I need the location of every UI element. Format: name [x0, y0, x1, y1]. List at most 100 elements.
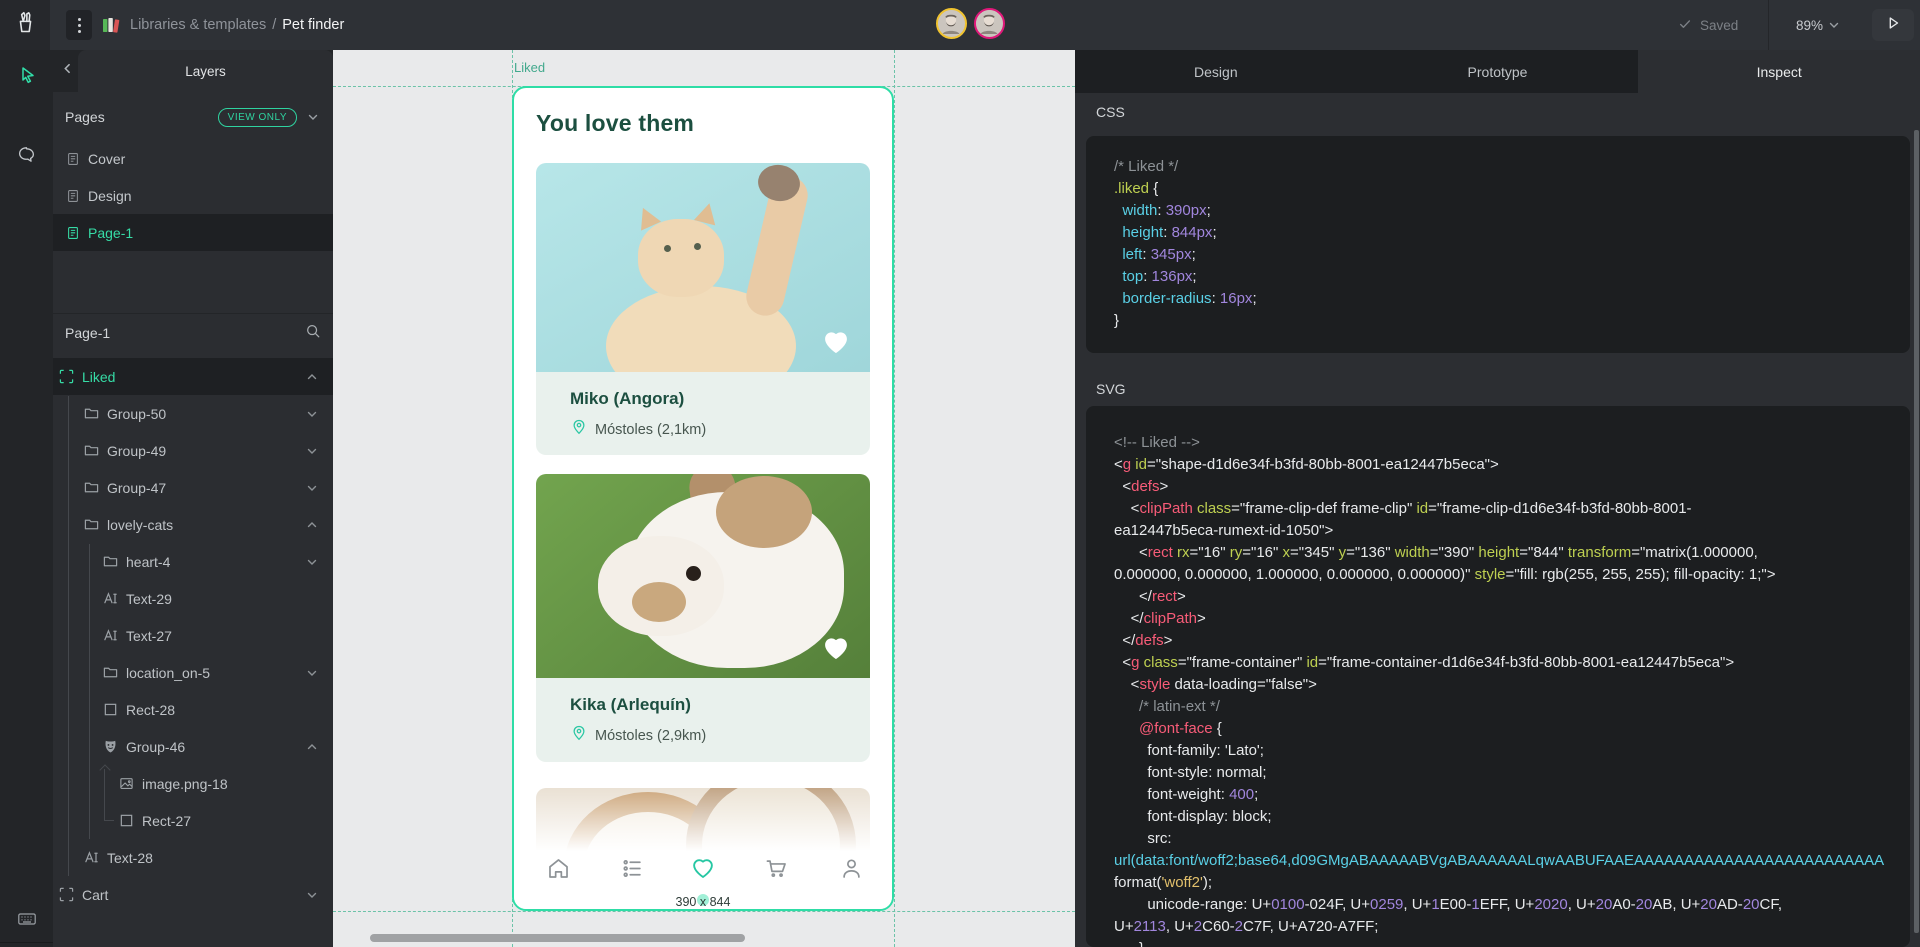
- chevron-down-icon[interactable]: [303, 405, 321, 423]
- layer-label: Group-47: [107, 480, 295, 496]
- layer-label: lovely-cats: [107, 517, 295, 533]
- code-line: /* Liked */: [1114, 156, 1910, 178]
- pet-photo-cat: [536, 163, 870, 372]
- pet-name: Kika (Arlequín): [570, 695, 870, 715]
- location-pin-icon: [570, 418, 588, 441]
- liked-frame[interactable]: You love them Miko (Angora)Móstoles (2,1…: [512, 86, 894, 911]
- layer-row-group-47[interactable]: Group-47: [53, 469, 333, 506]
- nav-home-icon[interactable]: [545, 855, 571, 881]
- css-code-block[interactable]: /* Liked */.liked { width: 390px; height…: [1086, 136, 1910, 353]
- layer-row-text-29[interactable]: Text-29: [53, 580, 333, 617]
- zoom-control[interactable]: 89%: [1796, 0, 1840, 50]
- chevron-down-icon[interactable]: [303, 442, 321, 460]
- layer-label: Liked: [82, 369, 295, 385]
- layer-row-liked[interactable]: Liked: [53, 358, 333, 395]
- layer-row-text-27[interactable]: Text-27: [53, 617, 333, 654]
- layer-row-cart[interactable]: Cart: [53, 876, 333, 913]
- layer-tree: Liked Group-50 Group-49 Group-47 lovely-cats…: [53, 352, 333, 913]
- collapse-pages-button[interactable]: [305, 109, 321, 125]
- code-line: font-family: 'Lato';: [1114, 740, 1910, 762]
- location-pin-icon: [570, 724, 588, 747]
- nav-cart-icon[interactable]: [763, 855, 789, 881]
- chevron-down-icon[interactable]: [303, 479, 321, 497]
- rabbit-photo-shape: [716, 476, 812, 548]
- page-item-design[interactable]: Design: [53, 177, 333, 214]
- card-footer: Miko (Angora)Móstoles (2,1km): [536, 372, 870, 455]
- liked-heart-icon[interactable]: [820, 632, 852, 664]
- tab-prototype[interactable]: Prototype: [1357, 50, 1639, 93]
- layer-row-heart-4[interactable]: heart-4: [53, 543, 333, 580]
- page-item-page-1[interactable]: Page-1: [53, 214, 333, 251]
- user-avatar[interactable]: [974, 8, 1005, 39]
- page-label: Cover: [88, 151, 125, 167]
- code-line: 0.000000, 0.000000, 1.000000, 0.000000, …: [1114, 564, 1910, 586]
- chevron-up-icon[interactable]: [303, 368, 321, 386]
- rect-layer-icon: [103, 702, 118, 717]
- group-layer-icon: [84, 517, 99, 532]
- layer-row-group-49[interactable]: Group-49: [53, 432, 333, 469]
- code-line: U+2113, U+2C60-2C7F, U+A720-A7FF;: [1114, 916, 1910, 938]
- code-line: top: 136px;: [1114, 266, 1910, 288]
- nav-user-icon[interactable]: [838, 855, 864, 881]
- cat-photo-shape: [664, 245, 671, 252]
- pet-photo-rabbit: [536, 474, 870, 678]
- nav-heart-icon[interactable]: [690, 855, 716, 881]
- layer-row-rect-27[interactable]: Rect-27: [53, 802, 333, 839]
- cat-photo-shape: [694, 243, 701, 250]
- page-icon: [66, 189, 80, 203]
- search-layers-button[interactable]: [305, 323, 321, 344]
- layer-row-group-46[interactable]: Group-46: [53, 728, 333, 765]
- liked-heart-icon[interactable]: [820, 326, 852, 358]
- code-line: height: 844px;: [1114, 222, 1910, 244]
- layer-row-rect-28[interactable]: Rect-28: [53, 691, 333, 728]
- svg-code-block[interactable]: <!-- Liked --><g id="shape-d1d6e34f-b3fd…: [1086, 406, 1910, 947]
- canvas-viewport[interactable]: Liked You love them Miko (Angora)Móstole…: [333, 50, 1075, 947]
- layer-row-location_on-5[interactable]: location_on-5: [53, 654, 333, 691]
- pet-card-miko[interactable]: Miko (Angora)Móstoles (2,1km): [536, 163, 870, 455]
- page-item-cover[interactable]: Cover: [53, 140, 333, 177]
- layer-label: Group-49: [107, 443, 295, 459]
- chevron-down-icon[interactable]: [303, 553, 321, 571]
- code-line: unicode-range: U+0100-024F, U+0259, U+1E…: [1114, 894, 1910, 916]
- pointer-tool-button[interactable]: [0, 58, 53, 96]
- layer-label: heart-4: [126, 554, 295, 570]
- chevron-down-icon: [1828, 19, 1840, 31]
- main-menu-button[interactable]: [66, 10, 92, 40]
- chevron-down-icon[interactable]: [303, 664, 321, 682]
- user-avatar[interactable]: [936, 8, 967, 39]
- frame-name-label[interactable]: Liked: [514, 60, 545, 75]
- comments-tool-button[interactable]: [0, 138, 53, 176]
- horizontal-scrollbar[interactable]: [370, 934, 745, 942]
- view-mode-button[interactable]: [1872, 9, 1914, 41]
- app-logo-button[interactable]: [0, 0, 50, 50]
- tab-layers[interactable]: Layers: [78, 50, 333, 92]
- code-line: @font-face {: [1114, 718, 1910, 740]
- nav-list-icon[interactable]: [619, 855, 645, 881]
- pages-spacer: [53, 251, 333, 313]
- chevron-up-icon[interactable]: [303, 738, 321, 756]
- tab-design[interactable]: Design: [1075, 50, 1357, 93]
- layer-row-text-28[interactable]: Text-28: [53, 839, 333, 876]
- tab-inspect[interactable]: Inspect: [1638, 50, 1920, 93]
- page-icon: [66, 226, 80, 240]
- layer-row-image.png-18[interactable]: image.png-18: [53, 765, 333, 802]
- code-line: font-display: block;: [1114, 806, 1910, 828]
- layer-row-group-50[interactable]: Group-50: [53, 395, 333, 432]
- layers-tab-label: Layers: [185, 64, 226, 79]
- code-line: </clipPath>: [1114, 608, 1910, 630]
- chevron-down-icon[interactable]: [303, 886, 321, 904]
- panel-scrollbar[interactable]: [1914, 130, 1919, 933]
- breadcrumb[interactable]: Libraries & templates / Pet finder: [130, 0, 344, 50]
- chevron-up-icon[interactable]: [303, 516, 321, 534]
- text-layer-icon: [103, 628, 118, 643]
- layer-row-lovely-cats[interactable]: lovely-cats: [53, 506, 333, 543]
- save-status: Saved: [1678, 0, 1738, 50]
- tab-label: Inspect: [1757, 64, 1802, 80]
- code-line: .liked {: [1114, 178, 1910, 200]
- shortcuts-button[interactable]: [0, 902, 53, 940]
- css-section-title: CSS: [1096, 104, 1125, 120]
- pet-card-kika[interactable]: Kika (Arlequín)Móstoles (2,9km): [536, 474, 870, 762]
- save-status-label: Saved: [1700, 18, 1738, 33]
- penpot-logo-icon: [12, 9, 39, 41]
- collapse-sidebar-button[interactable]: [55, 50, 79, 92]
